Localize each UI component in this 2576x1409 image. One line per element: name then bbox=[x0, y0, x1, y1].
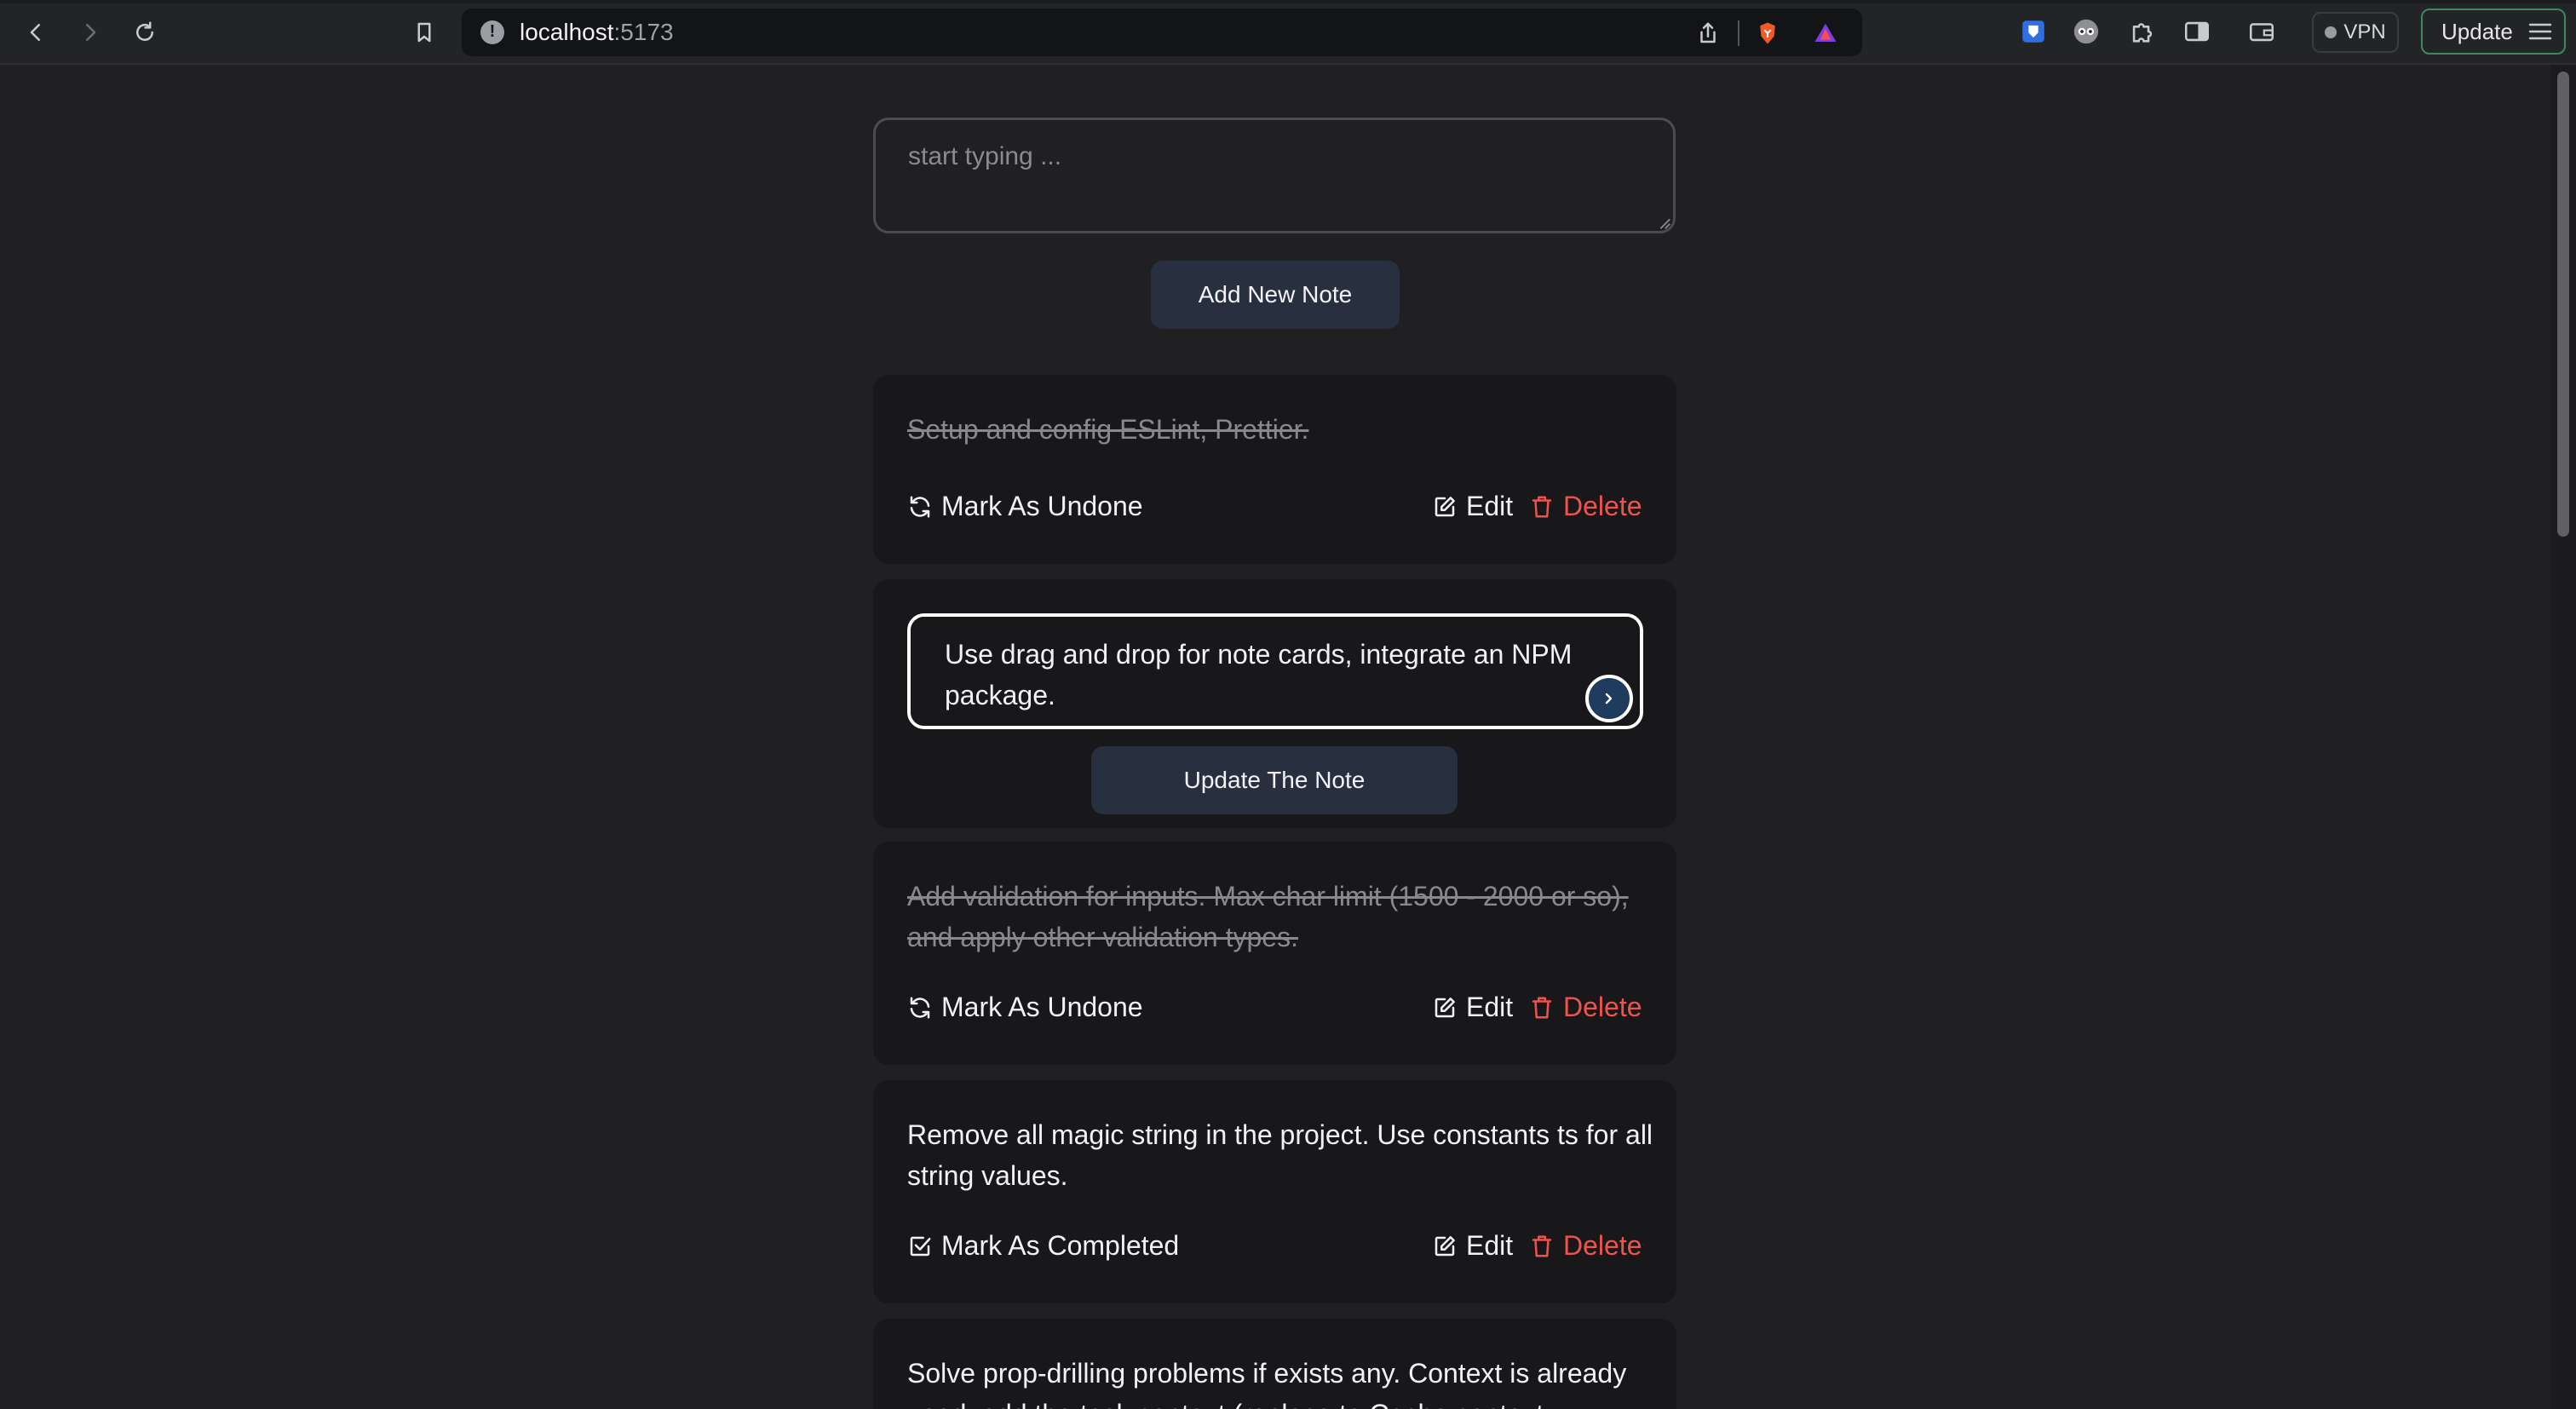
edit-button[interactable]: Edit bbox=[1432, 992, 1513, 1023]
delete-label: Delete bbox=[1563, 491, 1642, 521]
mark-completed-button[interactable]: Mark As Completed bbox=[907, 1230, 1179, 1262]
vpn-label: VPN bbox=[2343, 20, 2386, 43]
edit-note-input[interactable] bbox=[907, 613, 1643, 729]
update-label: Update bbox=[2441, 18, 2513, 44]
forward-button[interactable] bbox=[73, 15, 107, 49]
trash-icon bbox=[1532, 997, 1552, 1018]
wallet-icon[interactable] bbox=[2247, 17, 2276, 46]
extension-eyes-icon[interactable] bbox=[2072, 17, 2101, 46]
share-icon[interactable] bbox=[1695, 20, 1721, 46]
edit-label: Edit bbox=[1466, 1230, 1514, 1261]
note-card-editing: Update The Note bbox=[873, 579, 1676, 828]
edit-icon bbox=[1435, 496, 1455, 516]
note-text: Setup and config ESLint, Prettier. bbox=[907, 414, 1309, 445]
edit-label: Edit bbox=[1466, 992, 1514, 1022]
delete-label: Delete bbox=[1563, 992, 1642, 1022]
note-card: Solve prop-drilling problems if exists a… bbox=[873, 1319, 1676, 1409]
tab-strip bbox=[0, 0, 2576, 3]
edit-label: Edit bbox=[1466, 491, 1514, 521]
reload-button[interactable] bbox=[128, 15, 162, 49]
bookmark-button[interactable] bbox=[407, 15, 441, 49]
note-card: Setup and config ESLint, Prettier. Mark … bbox=[873, 375, 1676, 564]
refresh-icon bbox=[910, 997, 930, 1018]
mark-undone-label: Mark As Undone bbox=[941, 992, 1143, 1022]
back-arrow-icon bbox=[30, 24, 40, 41]
note-text: Solve prop-drilling problems if exists a… bbox=[907, 1358, 1627, 1409]
url-port: :5173 bbox=[613, 19, 674, 45]
brave-shields-icon[interactable] bbox=[1755, 20, 1780, 46]
mark-completed-label: Mark As Completed bbox=[941, 1230, 1180, 1261]
forward-arrow-icon bbox=[86, 24, 96, 41]
edit-button[interactable]: Edit bbox=[1432, 491, 1513, 522]
address-bar-divider bbox=[1738, 20, 1739, 46]
update-note-button[interactable]: Update The Note bbox=[1091, 746, 1458, 814]
extension-bitwarden-icon[interactable] bbox=[2019, 17, 2048, 46]
resize-grip-icon[interactable] bbox=[1656, 215, 1671, 230]
note-text: Remove all magic string in the project. … bbox=[907, 1119, 1653, 1191]
back-button[interactable] bbox=[19, 15, 53, 49]
delete-button[interactable]: Delete bbox=[1529, 491, 1642, 522]
address-bar[interactable]: localhost:5173 bbox=[462, 9, 1862, 56]
edit-icon bbox=[1435, 1235, 1455, 1256]
mark-undone-button[interactable]: Mark As Undone bbox=[907, 992, 1143, 1023]
edit-button[interactable]: Edit bbox=[1432, 1230, 1513, 1262]
checkbox-checked-icon bbox=[910, 1236, 931, 1256]
reload-icon bbox=[136, 21, 153, 41]
delete-label: Delete bbox=[1563, 1230, 1642, 1261]
mark-undone-button[interactable]: Mark As Undone bbox=[907, 491, 1143, 522]
extensions-puzzle-icon[interactable] bbox=[2128, 17, 2157, 46]
note-text: Add validation for inputs. Max char limi… bbox=[907, 881, 1629, 952]
browser-toolbar: localhost:5173 VPN Update bbox=[0, 0, 2576, 65]
sidebar-toggle-icon[interactable] bbox=[2182, 17, 2211, 46]
vpn-button[interactable]: VPN bbox=[2312, 12, 2399, 53]
browser-update-button[interactable]: Update bbox=[2421, 9, 2566, 55]
url-host: localhost bbox=[520, 19, 614, 45]
edit-icon bbox=[1435, 997, 1455, 1017]
grammar-assist-button[interactable] bbox=[1585, 675, 1633, 722]
trash-icon bbox=[1532, 496, 1552, 517]
scrollbar-thumb[interactable] bbox=[2557, 72, 2569, 537]
vpn-status-dot bbox=[2325, 26, 2337, 38]
delete-button[interactable]: Delete bbox=[1529, 992, 1642, 1023]
delete-button[interactable]: Delete bbox=[1529, 1230, 1642, 1262]
note-card: Add validation for inputs. Max char limi… bbox=[873, 842, 1676, 1065]
trash-icon bbox=[1532, 1235, 1552, 1257]
grammar-assist-icon bbox=[1605, 693, 1613, 704]
note-card: Remove all magic string in the project. … bbox=[873, 1080, 1676, 1303]
mark-undone-label: Mark As Undone bbox=[941, 491, 1143, 521]
page-scrollbar[interactable] bbox=[2550, 65, 2576, 1409]
add-new-note-button[interactable]: Add New Note bbox=[1151, 261, 1400, 329]
bookmark-icon bbox=[417, 22, 431, 43]
url-text: localhost:5173 bbox=[520, 19, 674, 46]
menu-hamburger-icon bbox=[2528, 23, 2552, 40]
brave-rewards-icon[interactable] bbox=[1813, 20, 1838, 46]
refresh-icon bbox=[910, 496, 930, 517]
new-note-input[interactable] bbox=[873, 118, 1676, 233]
site-info-icon[interactable] bbox=[480, 20, 504, 44]
